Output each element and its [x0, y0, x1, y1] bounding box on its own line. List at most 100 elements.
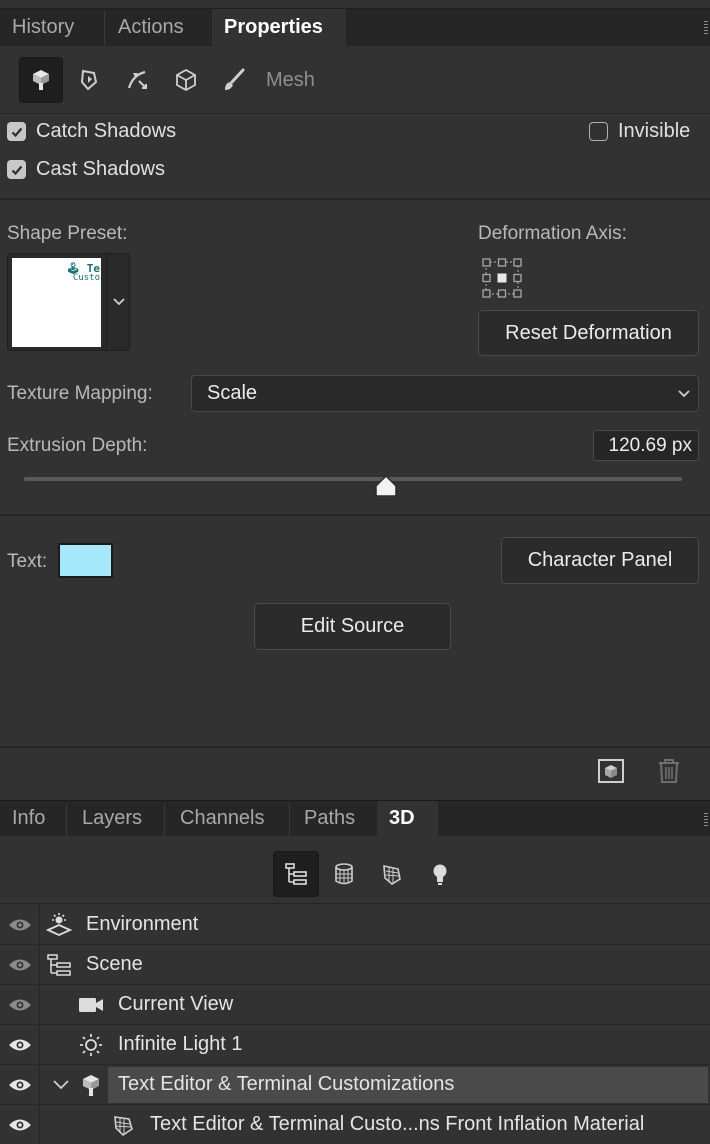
tab-separator: [164, 803, 165, 837]
tree-row-material[interactable]: Text Editor & Terminal Custo...ns Front …: [0, 1105, 710, 1144]
mode-label: Mesh: [266, 69, 315, 91]
section-divider: [0, 746, 710, 748]
tab-history[interactable]: History: [0, 9, 86, 47]
tab-3d[interactable]: 3D: [377, 801, 438, 837]
tree-label: Current View: [118, 993, 234, 1015]
chevron-down-icon: [678, 390, 690, 398]
panels-tabbar: Info Layers Channels Paths 3D: [0, 800, 710, 837]
slider-thumb[interactable]: [373, 474, 399, 498]
shape-preset-dropdown[interactable]: [106, 254, 130, 350]
materials-filter-button[interactable]: [369, 851, 415, 897]
section-divider: [0, 514, 710, 516]
visibility-toggle[interactable]: [0, 1105, 40, 1144]
material-icon: [114, 1116, 133, 1137]
deformation-axis-icon[interactable]: [482, 258, 522, 298]
light-icon: [80, 1034, 102, 1056]
panel-menu-grip[interactable]: [704, 813, 708, 827]
tree-label: Environment: [86, 913, 199, 935]
3d-filter-toolbar: [0, 836, 710, 904]
brush-mode-button[interactable]: [212, 57, 256, 103]
reset-deformation-button[interactable]: Reset Deformation: [478, 310, 699, 356]
meshes-filter-button[interactable]: [321, 851, 367, 897]
chevron-down-icon: [112, 298, 125, 306]
brush-mode-icon: [225, 68, 245, 90]
material-filter-icon: [383, 864, 401, 885]
tab-info[interactable]: Info: [0, 801, 57, 837]
catch-shadows-row[interactable]: Catch Shadows: [7, 120, 176, 143]
scene-tree-icon: [285, 863, 307, 885]
eye-icon: [8, 999, 31, 1010]
extrusion-depth-slider[interactable]: [24, 477, 682, 481]
texture-mapping-label: Texture Mapping:: [7, 383, 153, 404]
catch-shadows-label: Catch Shadows: [36, 120, 177, 142]
tab-actions[interactable]: Actions: [106, 9, 196, 47]
tree-row-scene[interactable]: Scene: [0, 945, 710, 985]
tree-row-environment[interactable]: Environment: [0, 905, 710, 945]
properties-tabbar: History Actions Properties: [0, 8, 710, 47]
environment-icon: [46, 913, 72, 936]
render-3d-icon[interactable]: [597, 757, 625, 785]
mesh-filter-icon: [335, 863, 353, 885]
mesh-mode-icon: [33, 70, 49, 90]
cast-shadows-checkbox[interactable]: [7, 160, 26, 179]
cast-shadows-row[interactable]: Cast Shadows: [7, 158, 165, 181]
deform-mode-button[interactable]: [67, 57, 111, 103]
invisible-label: Invisible: [618, 120, 691, 142]
shape-preset-thumbnail: 🕹 Te Custo: [12, 258, 101, 347]
invisible-row[interactable]: Invisible: [589, 120, 690, 143]
character-panel-button[interactable]: Character Panel: [501, 537, 699, 584]
visibility-toggle[interactable]: [0, 945, 40, 984]
cap-mode-icon: [127, 70, 147, 89]
cap-mode-button[interactable]: [116, 57, 160, 103]
visibility-toggle[interactable]: [0, 985, 40, 1024]
shape-preset-label: Shape Preset:: [7, 223, 128, 244]
tree-row-current-view[interactable]: Current View: [0, 985, 710, 1025]
tab-separator: [104, 11, 105, 45]
catch-shadows-checkbox[interactable]: [7, 122, 26, 141]
edit-source-button[interactable]: Edit Source: [254, 603, 451, 650]
coordinates-mode-button[interactable]: [164, 57, 208, 103]
visibility-toggle[interactable]: [0, 1065, 40, 1104]
extrusion-depth-label: Extrusion Depth:: [7, 435, 148, 456]
camera-icon: [79, 998, 103, 1012]
panel-menu-grip[interactable]: [704, 21, 708, 35]
thumbnail-text-line2: Custo: [72, 273, 100, 283]
texture-mapping-select[interactable]: Scale: [191, 375, 699, 412]
tree-label: Text Editor & Terminal Customizations: [118, 1073, 455, 1095]
tree-row-text-mesh[interactable]: Text Editor & Terminal Customizations: [0, 1065, 710, 1105]
eye-icon: [8, 1119, 31, 1130]
trash-icon[interactable]: [655, 757, 683, 785]
text-color-swatch[interactable]: [58, 543, 113, 578]
light-bulb-icon: [433, 864, 447, 885]
mesh-icon: [83, 1075, 99, 1096]
visibility-toggle[interactable]: [0, 1025, 40, 1064]
mode-toolbar: Mesh: [0, 46, 710, 114]
extrusion-depth-input[interactable]: 120.69 px: [593, 430, 699, 461]
whole-scene-filter-button[interactable]: [273, 851, 319, 897]
cast-shadows-label: Cast Shadows: [36, 158, 165, 180]
tab-channels[interactable]: Channels: [168, 801, 277, 837]
tree-label: Scene: [86, 953, 143, 975]
checkmark-icon: [11, 127, 22, 137]
eye-icon: [8, 1039, 31, 1050]
tab-paths[interactable]: Paths: [292, 801, 367, 837]
section-divider: [0, 198, 710, 200]
deformation-axis-label: Deformation Axis:: [478, 223, 627, 244]
chevron-down-icon[interactable]: [52, 1078, 70, 1092]
tree-label: Text Editor & Terminal Custo...ns Front …: [150, 1113, 645, 1135]
deform-mode-icon: [80, 69, 98, 91]
lights-filter-button[interactable]: [417, 851, 463, 897]
tree-row-infinite-light[interactable]: Infinite Light 1: [0, 1025, 710, 1065]
scene-icon: [47, 954, 71, 976]
tree-label: Infinite Light 1: [118, 1033, 243, 1055]
tab-layers[interactable]: Layers: [70, 801, 154, 837]
shape-preset-picker[interactable]: 🕹 Te Custo: [7, 253, 130, 351]
visibility-toggle[interactable]: [0, 905, 40, 944]
invisible-checkbox[interactable]: [589, 122, 608, 141]
mesh-mode-button[interactable]: [19, 57, 63, 103]
texture-mapping-value: Scale: [207, 382, 258, 404]
eye-icon: [8, 919, 31, 930]
eye-icon: [8, 1079, 31, 1090]
tab-properties[interactable]: Properties: [212, 9, 346, 47]
text-label: Text:: [7, 551, 48, 572]
